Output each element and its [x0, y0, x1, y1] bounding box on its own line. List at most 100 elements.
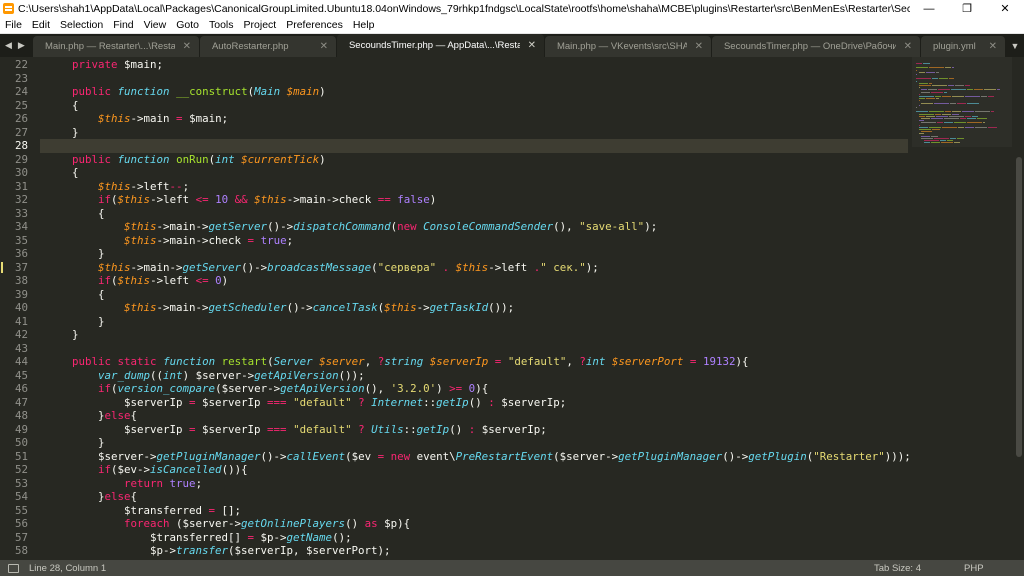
- tab-3[interactable]: SecoundsTimer.php — AppData\...\Restarte…: [336, 34, 544, 57]
- code-line[interactable]: $serverIp = $serverIp === "default" ? Ut…: [46, 423, 547, 437]
- code-line[interactable]: {: [46, 99, 79, 113]
- code-line[interactable]: }: [46, 436, 105, 450]
- code-line[interactable]: }: [46, 247, 105, 261]
- panel-toggle-icon[interactable]: [8, 563, 19, 573]
- close-icon[interactable]: ✕: [989, 41, 997, 52]
- minimap-stroke: [918, 129, 931, 130]
- minimap-stroke: [918, 82, 928, 84]
- minimap-stroke: [954, 122, 967, 124]
- menu-bar: File Edit Selection Find View Goto Tools Projec…: [0, 17, 1024, 34]
- line-number: 37: [14, 260, 28, 274]
- code-line[interactable]: }else{: [46, 409, 137, 423]
- minimap-stroke: [918, 85, 931, 86]
- scrollbar-thumb[interactable]: [1016, 157, 1022, 457]
- code-line[interactable]: $server->getPluginManager()->callEvent($…: [46, 450, 911, 464]
- close-button[interactable]: ✕: [986, 0, 1024, 17]
- chevron-right-icon[interactable]: ▶: [18, 40, 25, 51]
- code-line[interactable]: $this->main->getServer()->dispatchComman…: [46, 220, 657, 234]
- code-line[interactable]: if($this->left <= 0): [46, 274, 228, 288]
- menu-edit[interactable]: Edit: [27, 17, 55, 34]
- window-title: C:\Users\shah1\AppData\Local\Packages\Ca…: [18, 2, 910, 15]
- code-line[interactable]: $p->transfer($serverIp, $serverPort);: [46, 544, 391, 558]
- line-number: 23: [14, 71, 28, 85]
- line-number: 56: [14, 517, 28, 530]
- line-number: 58: [14, 544, 28, 557]
- code-line[interactable]: public function __construct(Main $main): [46, 85, 326, 99]
- minimap-stroke: [921, 137, 934, 139]
- menu-find[interactable]: Find: [108, 17, 138, 34]
- menu-project[interactable]: Project: [239, 17, 282, 34]
- code-editor[interactable]: 22 23 24 25 26 27 28 29 30 31 32 33 34 35 36 37 38 39 40 41…: [0, 57, 1024, 560]
- minimap-stroke: [951, 89, 967, 91]
- menu-help[interactable]: Help: [348, 17, 380, 34]
- minimap-stroke: [916, 69, 918, 71]
- code-line[interactable]: $this->main = $main;: [46, 112, 228, 126]
- vertical-scrollbar[interactable]: [1013, 57, 1024, 560]
- code-line[interactable]: var_dump((int) $server->getApiVersion())…: [46, 369, 365, 383]
- minimap-stroke: [964, 85, 970, 86]
- code-line[interactable]: foreach ($server->getOnlinePlayers() as …: [46, 517, 410, 531]
- code-line[interactable]: }: [46, 126, 79, 140]
- tab-label: Main.php — VKevents\src\SHAHA: [556, 41, 687, 52]
- tab-5[interactable]: SecoundsTimer.php — OneDrive\Рабочий сто…: [711, 36, 920, 57]
- minimap[interactable]: [912, 57, 1012, 560]
- minimap-stroke: [971, 115, 978, 117]
- menu-selection[interactable]: Selection: [55, 17, 108, 34]
- close-icon[interactable]: ✕: [320, 41, 328, 52]
- menu-goto[interactable]: Goto: [171, 17, 204, 34]
- code-line[interactable]: {: [46, 207, 105, 221]
- code-line[interactable]: return true;: [46, 477, 202, 491]
- restore-button[interactable]: ❐: [948, 0, 986, 17]
- code-line[interactable]: }: [46, 315, 105, 329]
- chevron-down-icon[interactable]: ▼: [1006, 34, 1024, 57]
- code-line[interactable]: $transferred = [];: [46, 504, 241, 518]
- minimap-stroke: [934, 96, 941, 97]
- code-line[interactable]: $this->main->getScheduler()->cancelTask(…: [46, 301, 514, 315]
- close-icon[interactable]: ✕: [904, 41, 912, 52]
- line-number: 51: [14, 449, 28, 463]
- minimap-stroke: [977, 118, 988, 119]
- tab-2[interactable]: AutoRestarter.php ✕: [199, 36, 336, 57]
- code-line[interactable]: public static function restart(Server $s…: [46, 355, 748, 369]
- code-line[interactable]: if($this->left <= 10 && $this->main->che…: [46, 193, 436, 207]
- close-icon[interactable]: ✕: [183, 41, 191, 52]
- code-line[interactable]: $serverIp = $serverIp === "default" ? In…: [46, 396, 566, 410]
- minimap-stroke: [967, 122, 983, 124]
- line-number: 33: [14, 206, 28, 220]
- tab-1[interactable]: Main.php — Restarter\...\Restarter ✕: [32, 36, 199, 57]
- code-line[interactable]: if(version_compare($server->getApiVersio…: [46, 382, 488, 396]
- syntax-mode[interactable]: PHP: [964, 563, 1024, 574]
- minimap-stroke: [929, 67, 945, 69]
- modified-line-marker: [1, 261, 3, 273]
- code-line[interactable]: $this->main->check = true;: [46, 234, 293, 248]
- code-line[interactable]: private $main;: [46, 58, 163, 72]
- code-line[interactable]: {: [46, 288, 105, 302]
- menu-file[interactable]: File: [0, 17, 27, 34]
- code-line[interactable]: {: [46, 166, 79, 180]
- code-line[interactable]: public function onRun(int $currentTick): [46, 153, 326, 167]
- code-line[interactable]: $this->left--;: [46, 180, 189, 194]
- menu-preferences[interactable]: Preferences: [281, 17, 348, 34]
- close-icon[interactable]: ✕: [528, 40, 536, 51]
- code-line[interactable]: }else{: [46, 490, 137, 504]
- menu-tools[interactable]: Tools: [204, 17, 239, 34]
- line-number-gutter: 22 23 24 25 26 27 28 29 30 31 32 33 34 35 36 37 38 39 40 41…: [0, 57, 40, 560]
- code-line[interactable]: }: [46, 328, 79, 342]
- cursor-position[interactable]: Line 28, Column 1: [29, 563, 874, 574]
- line-number: 50: [14, 436, 28, 449]
- chevron-left-icon[interactable]: ◀: [5, 40, 12, 51]
- minimap-stroke: [931, 129, 941, 130]
- code-line[interactable]: if($ev->isCancelled()){: [46, 463, 248, 477]
- minimize-button[interactable]: —: [910, 0, 948, 17]
- minimap-stroke: [935, 98, 939, 100]
- close-icon[interactable]: ✕: [695, 41, 703, 52]
- minimap-stroke: [921, 89, 928, 91]
- code-line[interactable]: $this->main->getServer()->broadcastMessa…: [46, 261, 599, 275]
- minimap-stroke: [929, 111, 945, 113]
- code-line[interactable]: $transferred[] = $p->getName();: [46, 531, 352, 545]
- tab-6[interactable]: plugin.yml ✕: [920, 36, 1005, 57]
- menu-view[interactable]: View: [139, 17, 172, 34]
- minimap-stroke: [918, 93, 920, 95]
- tab-4[interactable]: Main.php — VKevents\src\SHAHA ✕: [544, 36, 711, 57]
- tab-size[interactable]: Tab Size: 4: [874, 563, 964, 574]
